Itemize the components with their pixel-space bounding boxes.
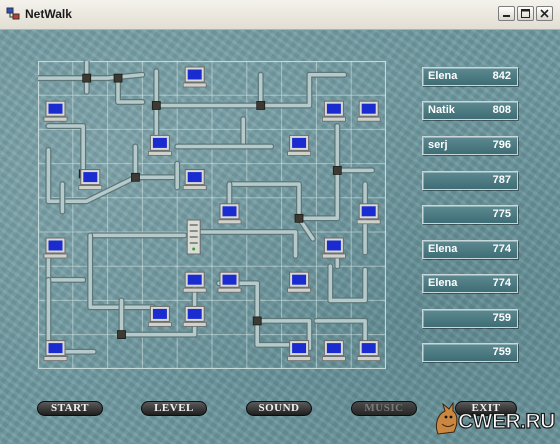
computer-node[interactable] [148, 134, 172, 156]
score-player-name: Natik [428, 104, 455, 116]
pipe-shadow [327, 263, 369, 304]
maximize-button[interactable] [517, 6, 534, 21]
board-grid[interactable] [38, 61, 386, 369]
computer-node[interactable] [321, 237, 346, 259]
score-value: 808 [492, 104, 511, 116]
pipe-shadow [87, 232, 156, 311]
minimize-button[interactable] [498, 6, 515, 21]
computer-node[interactable] [182, 66, 207, 88]
score-value: 842 [492, 70, 511, 82]
pipe-segment [154, 72, 263, 108]
level-button[interactable]: LEVEL [141, 401, 207, 416]
start-button[interactable]: START [37, 401, 103, 416]
score-row: Elena 774 [422, 240, 518, 259]
computer-node[interactable] [287, 340, 312, 362]
score-player-name: Elena [428, 70, 458, 82]
title-bar[interactable]: NetWalk [0, 0, 560, 30]
pipe-joint [117, 330, 126, 340]
score-value: 774 [492, 277, 511, 289]
score-player-name: Elena [428, 277, 458, 289]
pipe-shadow [191, 229, 299, 259]
pipe-joint [294, 213, 304, 223]
computer-node[interactable] [356, 100, 381, 122]
score-row: 775 [422, 205, 518, 224]
window-title: NetWalk [25, 7, 72, 21]
computer-node[interactable] [43, 340, 68, 362]
score-row: Elena 774 [422, 274, 518, 293]
sound-button[interactable]: SOUND [246, 401, 312, 416]
pipe-joint [82, 73, 92, 83]
score-value: 759 [492, 346, 511, 358]
maximize-icon [521, 9, 530, 18]
score-row: Natik 808 [422, 101, 518, 120]
score-row: Elena 842 [422, 67, 518, 86]
pipe-segment [192, 230, 298, 258]
score-value: 774 [492, 243, 511, 255]
computer-node[interactable] [78, 169, 103, 190]
computer-node[interactable] [43, 237, 68, 259]
score-row: 759 [422, 309, 518, 328]
netwalk-window: NetWalk Elena 842 Natik 808 serj 796 787… [0, 0, 560, 444]
pipe-segment [328, 264, 367, 303]
computer-node[interactable] [43, 100, 68, 122]
score-row: 787 [422, 171, 518, 190]
close-button[interactable] [536, 6, 553, 21]
computer-node[interactable] [287, 271, 312, 293]
pipe-shadow [45, 123, 87, 177]
music-button[interactable]: MUSIC [351, 401, 417, 416]
computer-node[interactable] [182, 305, 207, 327]
computer-node[interactable] [356, 340, 381, 362]
svg-text:CWER.RU: CWER.RU [458, 410, 555, 433]
score-row: serj 796 [422, 136, 518, 155]
computer-node[interactable] [182, 271, 207, 293]
server-node[interactable] [186, 219, 201, 255]
pipe-joint [332, 166, 342, 175]
score-value: 787 [492, 174, 511, 186]
computer-node[interactable] [356, 203, 381, 225]
pipe-joint [131, 172, 140, 182]
score-row: 759 [422, 343, 518, 362]
pipe-segment [88, 233, 155, 309]
score-value: 775 [492, 208, 511, 220]
close-icon [540, 9, 549, 18]
computer-node[interactable] [321, 100, 346, 122]
cwer-watermark-logo: CWER.RU [435, 401, 556, 435]
pipe-joint [256, 101, 266, 110]
game-board[interactable] [38, 61, 386, 369]
pipe-joint [113, 73, 123, 83]
computer-node[interactable] [182, 169, 207, 190]
computer-node[interactable] [217, 203, 242, 225]
pipe-joint [151, 101, 161, 110]
pipe-segment [46, 124, 85, 176]
pipe-shadow [153, 71, 264, 109]
minimize-icon [503, 15, 510, 17]
computer-node[interactable] [321, 340, 346, 362]
computer-node[interactable] [287, 134, 312, 156]
netwalk-app-icon [6, 7, 20, 20]
computer-node[interactable] [148, 305, 172, 327]
score-value: 759 [492, 312, 511, 324]
computer-node[interactable] [217, 271, 242, 293]
fox-mascot-icon [435, 401, 458, 435]
score-player-name: Elena [428, 243, 458, 255]
pipe-joint [252, 316, 262, 326]
score-player-name: serj [428, 139, 448, 151]
score-value: 796 [492, 139, 511, 151]
